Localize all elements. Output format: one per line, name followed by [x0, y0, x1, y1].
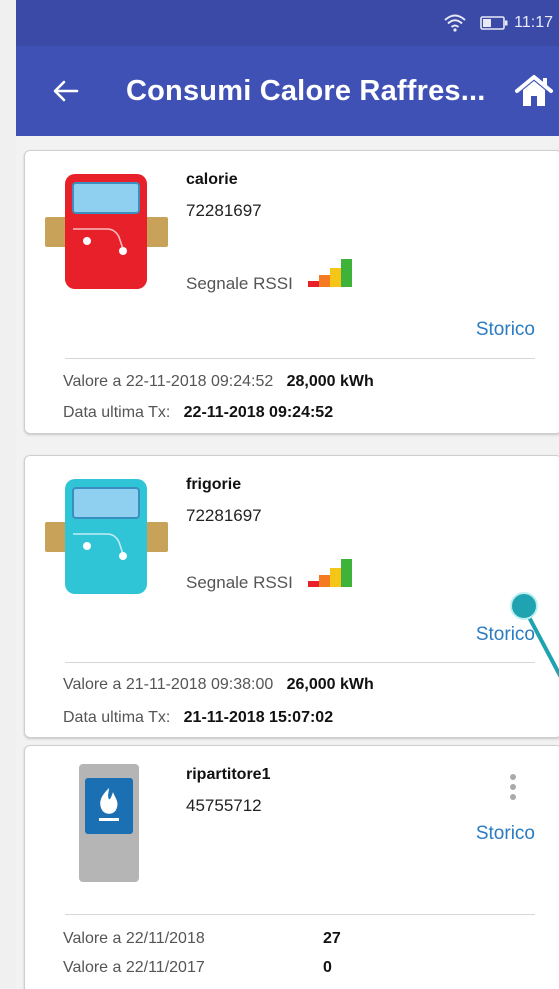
value-row: Valore a 22/11/2017 0	[63, 959, 332, 977]
value-reading: 26,000 kWh	[286, 676, 374, 693]
value-label: Valore a 22/11/2018	[63, 930, 205, 947]
storico-link[interactable]: Storico	[476, 319, 535, 341]
value-row: Valore a 22-11-2018 09:24:52 28,000 kWh	[63, 373, 374, 391]
value-row: Valore a 22/11/2018 27	[63, 930, 341, 948]
rssi-label: Segnale RSSI	[186, 573, 293, 592]
divider	[65, 914, 535, 915]
signal-strength-icon	[308, 559, 352, 587]
storico-link[interactable]: Storico	[476, 624, 535, 646]
last-tx-label: Data ultima Tx:	[63, 404, 171, 421]
last-tx-value: 21-11-2018 15:07:02	[183, 709, 334, 726]
value-reading: 28,000 kWh	[286, 373, 374, 390]
heat-cost-allocator-icon	[79, 764, 139, 882]
page-title: Consumi Calore Raffres...	[126, 74, 486, 107]
value-reading: 0	[323, 959, 332, 976]
home-icon	[515, 75, 553, 106]
storico-link[interactable]: Storico	[476, 823, 535, 845]
back-button[interactable]	[36, 61, 96, 121]
wifi-icon	[444, 14, 466, 32]
heat-meter-red-icon	[45, 174, 168, 289]
cooling-meter-cyan-icon	[45, 479, 168, 594]
battery-indicator: 11:17	[480, 14, 553, 32]
last-tx-row: Data ultima Tx: 22-11-2018 09:24:52	[63, 404, 333, 422]
meter-name: frigorie	[186, 476, 242, 493]
more-options-icon[interactable]	[507, 774, 519, 800]
value-label: Valore a 21-11-2018 09:38:00	[63, 676, 274, 693]
meter-card-calorie: calorie 72281697 Segnale RSSI Storico Va…	[24, 150, 559, 434]
touch-indicator	[510, 592, 538, 620]
meter-serial: 45755712	[186, 796, 262, 815]
home-button[interactable]	[509, 66, 559, 116]
meter-card-frigorie: frigorie 72281697 Segnale RSSI Storico V…	[24, 455, 559, 738]
divider	[65, 358, 535, 359]
last-tx-row: Data ultima Tx: 21-11-2018 15:07:02	[63, 709, 333, 727]
signal-strength-icon	[308, 259, 352, 287]
meter-card-ripartitore1: ripartitore1 45755712 Storico Valore a 2…	[24, 745, 559, 989]
phone-screen: 11:17 Consumi Calore Raffres... calorie …	[16, 0, 559, 989]
meter-name: ripartitore1	[186, 766, 271, 783]
battery-icon	[480, 16, 508, 30]
value-reading: 27	[323, 930, 341, 947]
meter-serial: 72281697	[186, 201, 262, 220]
status-time: 11:17	[514, 14, 553, 31]
last-tx-value: 22-11-2018 09:24:52	[183, 404, 334, 421]
app-bar: Consumi Calore Raffres...	[16, 46, 559, 136]
value-label: Valore a 22/11/2017	[63, 959, 205, 976]
meter-serial: 72281697	[186, 506, 262, 525]
status-bar: 11:17	[16, 0, 559, 46]
divider	[65, 662, 535, 663]
value-row: Valore a 21-11-2018 09:38:00 26,000 kWh	[63, 676, 374, 694]
rssi-label: Segnale RSSI	[186, 274, 293, 293]
value-label: Valore a 22-11-2018 09:24:52	[63, 373, 274, 390]
last-tx-label: Data ultima Tx:	[63, 709, 171, 726]
meter-name: calorie	[186, 171, 238, 188]
arrow-left-icon	[53, 80, 79, 102]
